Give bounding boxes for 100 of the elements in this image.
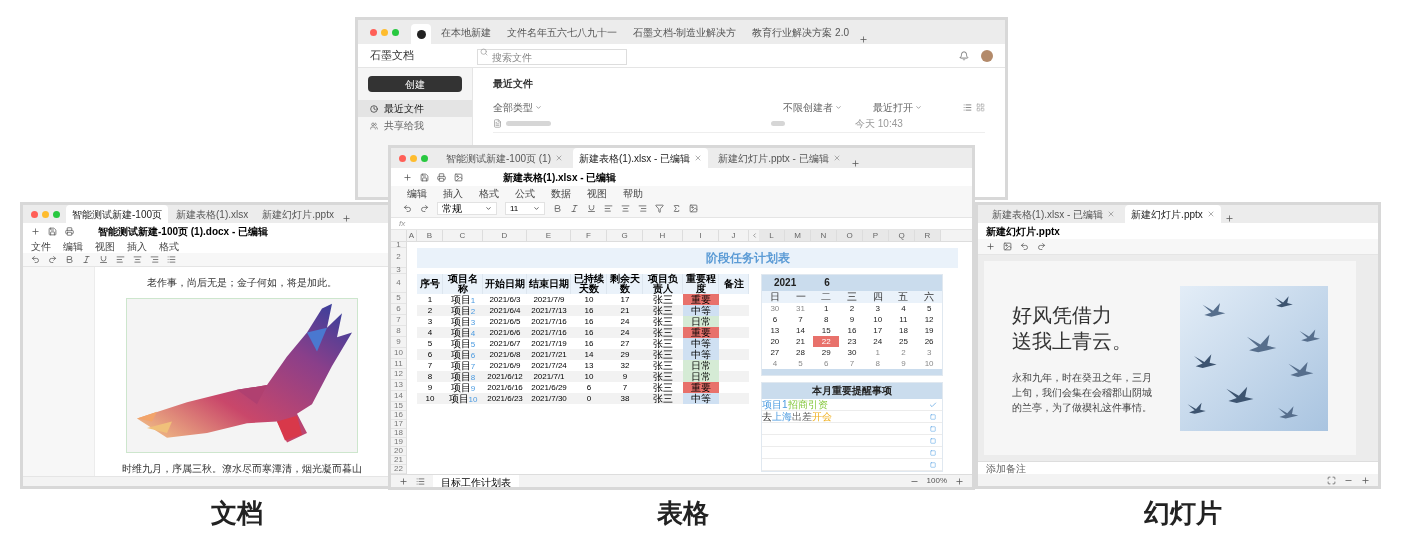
window-controls-icon[interactable] xyxy=(31,210,60,218)
column-header[interactable]: C xyxy=(443,230,483,241)
calendar-day[interactable]: 24 xyxy=(864,336,891,347)
add-icon[interactable] xyxy=(403,172,412,182)
calendar-day[interactable]: 15 xyxy=(813,325,840,336)
filter-dropdown[interactable]: 最近打开 xyxy=(873,99,963,115)
notes-placeholder[interactable]: 添加备注 xyxy=(986,460,1026,476)
search-field[interactable]: 搜索文件 xyxy=(477,49,627,65)
menu-item[interactable]: 插入 xyxy=(127,238,147,254)
calendar-day[interactable]: 2 xyxy=(890,347,917,358)
underline-icon[interactable] xyxy=(587,204,596,213)
checkbox[interactable] xyxy=(930,413,936,420)
column-header[interactable]: N xyxy=(811,230,837,241)
tab[interactable]: 在本地新建 xyxy=(435,20,497,44)
tab[interactable]: 新建表格(1).xlsx - 已编辑 xyxy=(986,205,1122,223)
zoom-in-icon[interactable] xyxy=(1361,475,1370,485)
menu-item[interactable]: 视图 xyxy=(95,238,115,254)
add-icon[interactable] xyxy=(986,242,995,251)
image-icon[interactable] xyxy=(1003,242,1012,251)
calendar-day[interactable]: 2 xyxy=(839,303,865,314)
sheet-tab[interactable]: 目标工作计划表 xyxy=(433,475,519,487)
calendar-day[interactable]: 5 xyxy=(916,303,942,314)
calendar-day[interactable]: 13 xyxy=(762,325,788,336)
menu-item[interactable]: 格式 xyxy=(159,238,179,254)
row-header[interactable]: 18 xyxy=(391,429,406,439)
column-header[interactable]: J xyxy=(719,230,749,241)
column-header[interactable]: Q xyxy=(889,230,915,241)
image-icon[interactable] xyxy=(454,172,463,182)
notification-icon[interactable] xyxy=(959,50,969,61)
italic-icon[interactable] xyxy=(570,204,579,213)
bold-icon[interactable] xyxy=(65,255,74,264)
grid-view-icon[interactable] xyxy=(976,102,985,112)
row-header[interactable]: 17 xyxy=(391,420,406,430)
row-header[interactable]: 9 xyxy=(391,336,406,348)
underline-icon[interactable] xyxy=(99,255,108,264)
close-icon[interactable] xyxy=(555,154,563,162)
format-dropdown[interactable]: 常规 xyxy=(437,202,497,215)
filter-icon[interactable] xyxy=(655,204,664,213)
sheet-list-icon[interactable] xyxy=(416,476,425,486)
new-tab-icon[interactable] xyxy=(1224,214,1234,223)
calendar-day[interactable]: 29 xyxy=(813,347,840,358)
calendar-day[interactable]: 19 xyxy=(916,325,942,336)
row-header[interactable]: 1 xyxy=(391,242,406,248)
column-header[interactable]: H xyxy=(643,230,683,241)
new-tab-icon[interactable] xyxy=(341,214,351,223)
zoom-in-icon[interactable] xyxy=(955,476,964,486)
calendar-day[interactable]: 17 xyxy=(864,325,891,336)
column-header[interactable]: O xyxy=(837,230,863,241)
calendar-day[interactable]: 8 xyxy=(813,314,840,325)
calendar-day[interactable]: 4 xyxy=(890,303,917,314)
row-header[interactable]: 8 xyxy=(391,326,406,337)
calendar-day[interactable]: 11 xyxy=(890,314,917,325)
calendar-day[interactable]: 5 xyxy=(787,358,814,369)
calendar-day[interactable]: 1 xyxy=(864,347,891,358)
calendar-day[interactable]: 30 xyxy=(762,303,788,314)
tab[interactable]: 新建表格(1).xlsx xyxy=(170,205,255,223)
menu-item[interactable]: 帮助 xyxy=(623,185,643,201)
calendar-day[interactable]: 27 xyxy=(762,347,788,358)
column-header[interactable]: L xyxy=(759,230,785,241)
row-header[interactable]: 10 xyxy=(391,347,406,359)
checkmark-icon[interactable] xyxy=(929,400,937,409)
calendar-day[interactable]: 7 xyxy=(839,358,865,369)
calendar-day[interactable]: 7 xyxy=(787,314,814,325)
new-tab-icon[interactable] xyxy=(859,35,869,44)
column-header[interactable]: E xyxy=(527,230,571,241)
add-icon[interactable] xyxy=(31,226,40,236)
sidebar-item[interactable]: 最近文件 xyxy=(358,100,472,117)
bold-icon[interactable] xyxy=(553,204,562,213)
tab[interactable]: 新建幻灯片.pptx xyxy=(256,205,340,223)
close-icon[interactable] xyxy=(832,154,841,162)
calendar-day[interactable]: 1 xyxy=(813,303,840,314)
close-icon[interactable] xyxy=(1107,210,1116,218)
add-sheet-icon[interactable] xyxy=(399,476,408,486)
row-header[interactable]: 14 xyxy=(391,391,406,403)
column-header[interactable]: G xyxy=(607,230,643,241)
row-header[interactable]: 15 xyxy=(391,402,406,412)
close-icon[interactable] xyxy=(1206,210,1215,218)
new-tab-icon[interactable] xyxy=(850,159,860,168)
calendar-day[interactable]: 12 xyxy=(916,314,942,325)
checkbox[interactable] xyxy=(930,425,936,432)
calendar-day[interactable]: 26 xyxy=(916,336,942,347)
row-header[interactable]: 4 xyxy=(391,273,406,294)
save-icon[interactable] xyxy=(420,172,429,182)
column-header[interactable]: A xyxy=(407,230,417,241)
font-size-dropdown[interactable]: 11 xyxy=(505,202,545,215)
row-header[interactable]: 12 xyxy=(391,369,406,381)
calendar-day[interactable]: 3 xyxy=(916,347,942,358)
undo-icon[interactable] xyxy=(403,204,412,213)
menu-item[interactable]: 视图 xyxy=(587,185,607,201)
tab[interactable]: 新建幻灯片.pptx - 已编辑 xyxy=(712,148,847,168)
menu-item[interactable]: 格式 xyxy=(479,185,499,201)
calendar-day[interactable]: 23 xyxy=(839,336,865,347)
undo-icon[interactable] xyxy=(31,255,40,264)
fullscreen-icon[interactable] xyxy=(1327,475,1336,485)
tab[interactable]: 石墨文档-制造业解决方 xyxy=(627,20,743,44)
row-header[interactable]: 2 xyxy=(391,248,406,268)
row-header[interactable]: 21 xyxy=(391,456,406,466)
row-header[interactable]: 11 xyxy=(391,358,406,370)
row-header[interactable]: 7 xyxy=(391,315,406,326)
calendar-day[interactable]: 14 xyxy=(787,325,814,336)
